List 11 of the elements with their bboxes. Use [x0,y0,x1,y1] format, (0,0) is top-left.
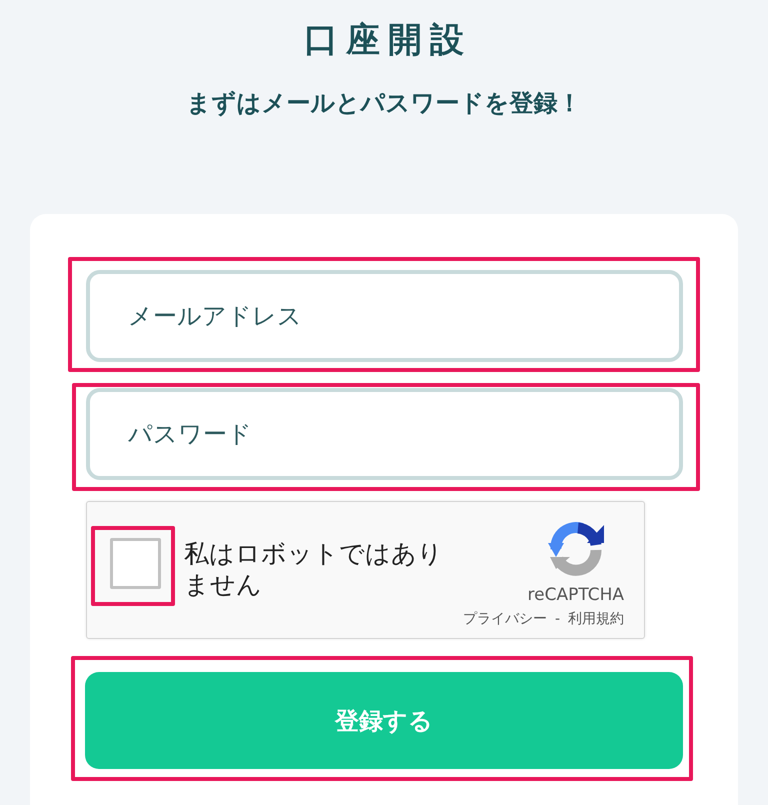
captcha-link[interactable]: 利用規約 [568,610,624,628]
link-separator: - [554,610,560,628]
email-field[interactable]: メールアドレス [86,270,683,362]
captcha-link[interactable]: プライバシー [462,610,547,628]
captcha-brand: reCAPTCHA [528,585,624,605]
password-field[interactable]: パスワード [86,388,683,480]
page-title: 口座開設 [303,19,473,62]
captcha-checkbox[interactable] [110,538,161,589]
captcha-label: 私はロボットではありません [184,538,444,600]
circular-arrows-icon [548,519,604,577]
page-subtitle: まずはメールとパスワードを登録！ [186,88,582,118]
